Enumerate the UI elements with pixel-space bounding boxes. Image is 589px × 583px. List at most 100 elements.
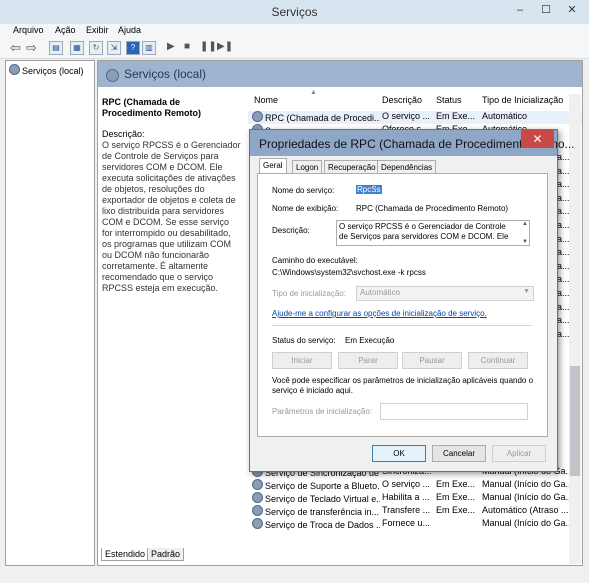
view-icon[interactable]: ▥ bbox=[142, 41, 156, 55]
description-label: Descrição: bbox=[272, 226, 310, 235]
sort-arrow-icon: ▲ bbox=[310, 89, 317, 96]
description-box[interactable]: O serviço RPCSS é o Gerenciador de Contr… bbox=[336, 220, 530, 246]
menu-ajuda[interactable]: Ajuda bbox=[118, 25, 141, 35]
restart-icon[interactable]: ▶❚ bbox=[217, 41, 233, 52]
table-row[interactable]: Serviço de Troca de Dados ... Fornece u.… bbox=[248, 518, 582, 531]
display-name-value[interactable]: RPC (Chamada de Procedimento Remoto) bbox=[356, 204, 508, 213]
startup-type-value: Automático bbox=[360, 288, 401, 297]
gear-icon bbox=[9, 64, 20, 75]
pane-header-title: Serviços (local) bbox=[124, 67, 207, 81]
table-row[interactable]: Serviço de transferência in... Transfere… bbox=[248, 505, 582, 518]
general-tab-panel: Nome do serviço: RpcSs Nome de exibição:… bbox=[257, 173, 548, 437]
row-name: RPC (Chamada de Procedi... bbox=[252, 111, 380, 123]
row-type: Manual (Início do Ga... bbox=[482, 492, 574, 502]
toolbar: ⇦ ⇨ ▤ ▦ ↻ ⇲ ? ▥ ▶ ■ ❚❚ ▶❚ bbox=[0, 38, 589, 59]
gear-icon bbox=[106, 69, 119, 82]
gear-icon bbox=[252, 518, 263, 529]
startup-type-label: Tipo de inicialização: bbox=[272, 289, 346, 298]
row-desc: O serviço ... bbox=[382, 111, 431, 121]
stop-button[interactable]: Parar bbox=[338, 352, 398, 369]
row-desc: O serviço ... bbox=[382, 479, 431, 489]
maximize-icon[interactable]: ☐ bbox=[533, 2, 559, 18]
cancel-button[interactable]: Cancelar bbox=[432, 445, 486, 462]
dialog-titlebar: Propriedades de RPC (Chamada de Procedim… bbox=[250, 130, 575, 156]
menu-arquivo[interactable]: Arquivo bbox=[13, 25, 44, 35]
params-input[interactable] bbox=[380, 403, 528, 420]
exe-path-value: C:\Windows\system32\svchost.exe -k rpcss bbox=[272, 268, 426, 277]
refresh-icon[interactable]: ↻ bbox=[89, 41, 103, 55]
view-tabs: Estendido Padrão bbox=[97, 548, 397, 562]
row-name: Serviço de Troca de Dados ... bbox=[252, 518, 380, 530]
divider bbox=[272, 325, 532, 326]
startup-type-select[interactable]: Automático ▼ bbox=[356, 286, 534, 301]
minimize-icon[interactable]: – bbox=[507, 2, 533, 18]
window-titlebar: Serviços – ☐ ✕ bbox=[0, 0, 589, 25]
close-icon[interactable]: ✕ bbox=[559, 2, 585, 18]
tab-padrao[interactable]: Padrão bbox=[147, 548, 185, 561]
row-status: Em Exe... bbox=[436, 479, 476, 489]
service-status-label: Status do serviço: bbox=[272, 336, 336, 345]
row-name: Serviço de transferência in... bbox=[252, 505, 380, 517]
pane-header: Serviços (local) bbox=[98, 61, 582, 87]
description-text: O serviço RPCSS é o Gerenciador de Contr… bbox=[102, 140, 241, 293]
description-text: O serviço RPCSS é o Gerenciador de Contr… bbox=[339, 222, 509, 241]
selected-service-title: RPC (Chamada de Procedimento Remoto) bbox=[102, 97, 202, 118]
ok-button[interactable]: OK bbox=[372, 445, 426, 462]
table-row[interactable]: RPC (Chamada de Procedi... O serviço ...… bbox=[248, 111, 582, 124]
row-type: Automático (Atraso ... bbox=[482, 505, 569, 515]
pause-button[interactable]: Pausar bbox=[402, 352, 462, 369]
scrollbar-thumb[interactable] bbox=[570, 366, 580, 476]
chevron-down-icon: ▼ bbox=[523, 288, 530, 295]
gear-icon bbox=[252, 111, 263, 122]
row-type: Manual (Início do Ga... bbox=[482, 479, 574, 489]
row-name: Serviço de Suporte a Blueto... bbox=[252, 479, 380, 491]
row-desc: Fornece u... bbox=[382, 518, 431, 528]
menu-acao[interactable]: Ação bbox=[55, 25, 76, 35]
continue-button[interactable]: Continuar bbox=[468, 352, 528, 369]
close-icon[interactable]: ✕ bbox=[521, 130, 554, 148]
service-status-value: Em Execução bbox=[345, 336, 395, 345]
properties-icon[interactable]: ▦ bbox=[70, 41, 84, 55]
service-name-value[interactable]: RpcSs bbox=[356, 185, 382, 194]
menu-exibir[interactable]: Exibir bbox=[86, 25, 109, 35]
gear-icon bbox=[252, 479, 263, 490]
start-button[interactable]: Iniciar bbox=[272, 352, 332, 369]
window-title: Serviços bbox=[271, 5, 318, 19]
params-label: Parâmetros de inicialização: bbox=[272, 407, 373, 416]
row-status: Em Exe... bbox=[436, 111, 476, 121]
service-name-label: Nome do serviço: bbox=[272, 186, 335, 195]
forward-icon[interactable]: ⇨ bbox=[26, 40, 37, 56]
apply-button[interactable]: Aplicar bbox=[492, 445, 546, 462]
row-name: Serviço de Teclado Virtual e... bbox=[252, 492, 380, 504]
gear-icon bbox=[252, 505, 263, 516]
console-tree: Serviços (local) bbox=[5, 60, 95, 566]
tab-estendido[interactable]: Estendido bbox=[101, 548, 150, 561]
row-status: Em Exe... bbox=[436, 505, 476, 515]
help-icon[interactable]: ? bbox=[126, 41, 140, 55]
scroll-down-icon[interactable]: ▼ bbox=[522, 239, 528, 245]
back-icon[interactable]: ⇦ bbox=[10, 40, 21, 56]
row-status: Em Exe... bbox=[436, 492, 476, 502]
pause-icon[interactable]: ❚❚ bbox=[200, 41, 217, 52]
vertical-scrollbar[interactable] bbox=[569, 94, 581, 564]
table-row[interactable]: Serviço de Teclado Virtual e... Habilita… bbox=[248, 492, 582, 505]
stop-icon[interactable]: ■ bbox=[184, 41, 190, 52]
row-desc: Transfere ... bbox=[382, 505, 431, 515]
export-icon[interactable]: ⇲ bbox=[107, 41, 121, 55]
gear-icon bbox=[252, 492, 263, 503]
menu-bar: Arquivo Ação Exibir Ajuda bbox=[0, 24, 589, 38]
start-icon[interactable]: ▶ bbox=[167, 41, 175, 52]
scroll-up-icon[interactable]: ▲ bbox=[522, 221, 528, 227]
console-tree-icon[interactable]: ▤ bbox=[49, 41, 63, 55]
tab-geral[interactable]: Geral bbox=[259, 158, 287, 174]
tree-item-services-local[interactable]: Serviços (local) bbox=[9, 64, 84, 76]
column-tipo[interactable]: Tipo de Inicialização bbox=[482, 95, 563, 105]
table-row[interactable]: Serviço de Suporte a Blueto... O serviço… bbox=[248, 479, 582, 492]
column-nome[interactable]: Nome bbox=[254, 95, 278, 105]
properties-dialog: Propriedades de RPC (Chamada de Procedim… bbox=[249, 129, 575, 472]
column-status[interactable]: Status bbox=[436, 95, 462, 105]
row-type: Manual (Início do Ga... bbox=[482, 518, 574, 528]
column-descricao[interactable]: Descrição bbox=[382, 95, 422, 105]
help-link[interactable]: Ajude-me a configurar as opções de inici… bbox=[272, 309, 487, 318]
exe-path-label: Caminho do executável: bbox=[272, 256, 358, 265]
